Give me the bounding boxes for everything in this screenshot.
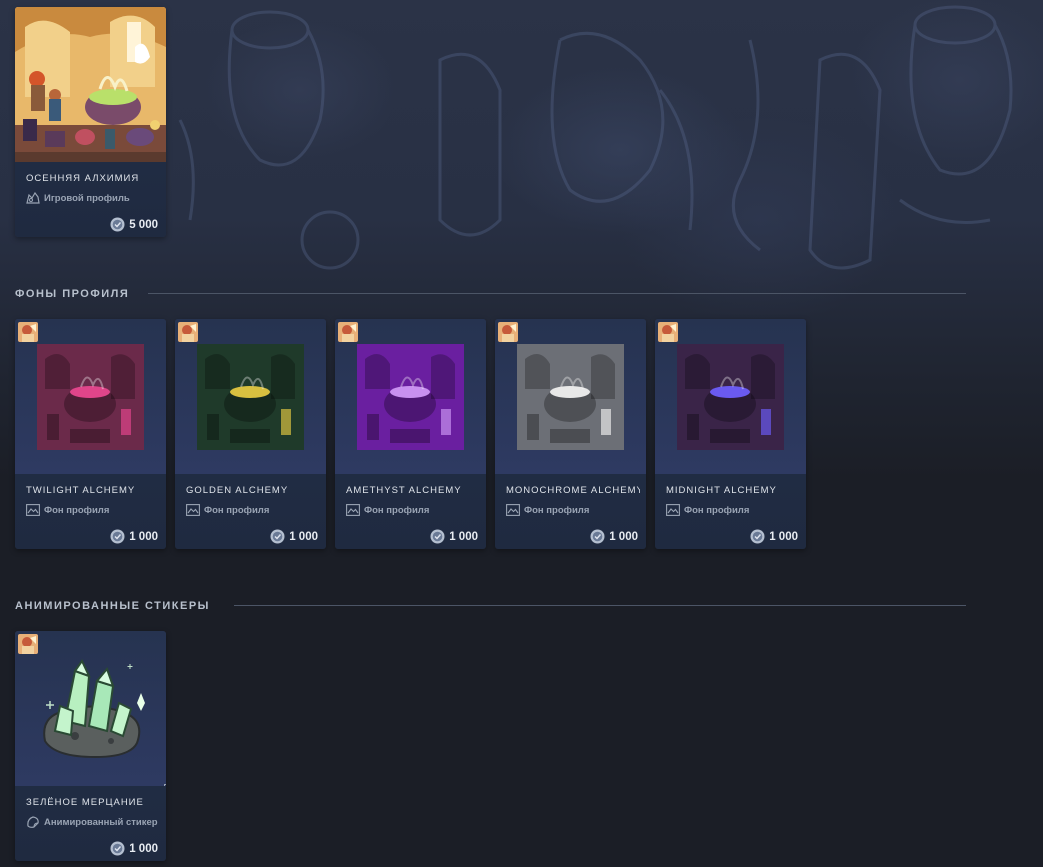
background-type: Фон профиля bbox=[506, 504, 589, 516]
background-price: 1 000 bbox=[750, 529, 798, 544]
sticker-price: 1 000 bbox=[110, 841, 158, 856]
background-card[interactable]: MIDNIGHT ALCHEMY Фон профиля 1 000 bbox=[655, 319, 806, 549]
background-type: Фон профиля bbox=[346, 504, 429, 516]
image-icon bbox=[346, 504, 360, 516]
sticker-art bbox=[15, 631, 166, 786]
background-card[interactable]: AMETHYST ALCHEMY Фон профиля 1 000 bbox=[335, 319, 486, 549]
points-coin-icon bbox=[750, 529, 765, 544]
background-type-label: Фон профиля bbox=[204, 504, 270, 516]
sticker-type-label: Анимированный стикер bbox=[44, 816, 158, 828]
background-preview bbox=[175, 319, 326, 474]
background-name: MONOCHROME ALCHEMY bbox=[506, 485, 640, 496]
points-coin-icon bbox=[430, 529, 445, 544]
stickers-section-title: АНИМИРОВАННЫЕ СТИКЕРЫ bbox=[15, 600, 210, 612]
game-badge-icon bbox=[178, 322, 198, 342]
background-name: MIDNIGHT ALCHEMY bbox=[666, 485, 777, 496]
featured-profile-type-label: Игровой профиль bbox=[44, 192, 130, 204]
backgrounds-section-divider bbox=[148, 293, 966, 294]
background-price-value: 1 000 bbox=[129, 530, 158, 543]
game-badge-icon bbox=[498, 322, 518, 342]
background-card[interactable]: MONOCHROME ALCHEMY Фон профиля 1 000 bbox=[495, 319, 646, 549]
image-icon bbox=[186, 504, 200, 516]
background-preview bbox=[495, 319, 646, 474]
image-icon bbox=[26, 504, 40, 516]
background-name: AMETHYST ALCHEMY bbox=[346, 485, 462, 496]
background-name: GOLDEN ALCHEMY bbox=[186, 485, 289, 496]
points-coin-icon bbox=[590, 529, 605, 544]
game-badge-icon bbox=[658, 322, 678, 342]
background-preview bbox=[655, 319, 806, 474]
game-badge-icon bbox=[18, 322, 38, 342]
sticker-name: ЗЕЛЁНОЕ МЕРЦАНИЕ bbox=[26, 797, 144, 808]
background-type-label: Фон профиля bbox=[524, 504, 590, 516]
background-price-value: 1 000 bbox=[449, 530, 478, 543]
sticker-price-value: 1 000 bbox=[129, 842, 158, 855]
background-price-value: 1 000 bbox=[609, 530, 638, 543]
sticker-type-icon bbox=[26, 816, 40, 828]
background-type: Фон профиля bbox=[186, 504, 269, 516]
background-name: TWILIGHT ALCHEMY bbox=[26, 485, 136, 496]
background-card[interactable]: GOLDEN ALCHEMY Фон профиля 1 000 bbox=[175, 319, 326, 549]
image-icon bbox=[666, 504, 680, 516]
featured-profile-art bbox=[15, 7, 166, 162]
image-icon bbox=[506, 504, 520, 516]
background-price: 1 000 bbox=[590, 529, 638, 544]
game-badge-icon bbox=[18, 634, 38, 654]
background-price: 1 000 bbox=[270, 529, 318, 544]
background-type: Фон профиля bbox=[26, 504, 109, 516]
featured-profile-type: Игровой профиль bbox=[26, 192, 130, 204]
sticker-card[interactable]: ЗЕЛЁНОЕ МЕРЦАНИЕ Анимированный стикер 1 … bbox=[15, 631, 166, 861]
points-coin-icon bbox=[110, 841, 125, 856]
background-type-label: Фон профиля bbox=[44, 504, 110, 516]
background-price-value: 1 000 bbox=[769, 530, 798, 543]
background-type-label: Фон профиля bbox=[684, 504, 750, 516]
background-type: Фон профиля bbox=[666, 504, 749, 516]
background-preview bbox=[335, 319, 486, 474]
points-coin-icon bbox=[110, 529, 125, 544]
background-preview bbox=[15, 319, 166, 474]
background-price-value: 1 000 bbox=[289, 530, 318, 543]
stickers-section-divider bbox=[234, 605, 966, 606]
backgrounds-section-title: ФОНЫ ПРОФИЛЯ bbox=[15, 288, 130, 300]
points-coin-icon bbox=[110, 217, 125, 232]
featured-profile-card[interactable]: ОСЕННЯЯ АЛХИМИЯ Игровой профиль 5 000 bbox=[15, 7, 166, 237]
featured-profile-name: ОСЕННЯЯ АЛХИМИЯ bbox=[26, 173, 140, 184]
background-type-label: Фон профиля bbox=[364, 504, 430, 516]
sticker-type: Анимированный стикер bbox=[26, 816, 158, 828]
featured-profile-price: 5 000 bbox=[110, 217, 158, 232]
points-coin-icon bbox=[270, 529, 285, 544]
profile-icon bbox=[26, 192, 40, 204]
background-price: 1 000 bbox=[430, 529, 478, 544]
background-price: 1 000 bbox=[110, 529, 158, 544]
featured-profile-price-value: 5 000 bbox=[129, 218, 158, 231]
game-badge-icon bbox=[338, 322, 358, 342]
background-card[interactable]: TWILIGHT ALCHEMY Фон профиля 1 000 bbox=[15, 319, 166, 549]
